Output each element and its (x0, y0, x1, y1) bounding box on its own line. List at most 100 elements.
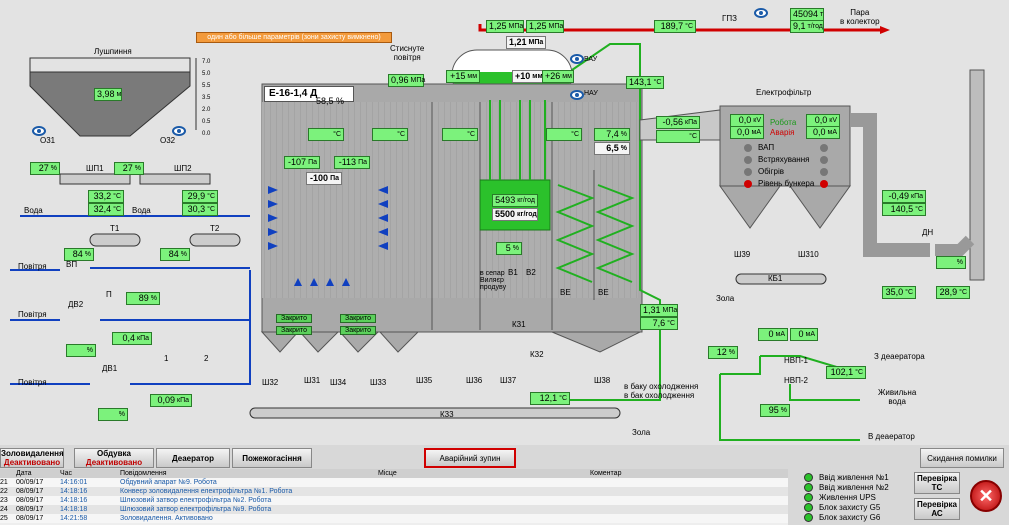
reset-error-button[interactable]: Скидання помилки (920, 448, 1004, 468)
t1-label: Т1 (110, 224, 120, 233)
sh34-label: Ш34 (330, 378, 347, 387)
ef-pressure: -0,56 кПа (656, 116, 700, 129)
temp-76: 7,6 °C (640, 317, 678, 330)
dv2-label: ДВ2 (68, 300, 84, 309)
power-indicator: Блок захисту G5 (804, 502, 908, 512)
log-cell: 14:21:58 (60, 515, 88, 522)
dv2-pct: % (66, 344, 96, 357)
log-cell: 08/09/17 (16, 488, 44, 495)
sensor-eye-icon[interactable] (570, 54, 584, 64)
log-cell: Золовидалення. Активовано (120, 515, 213, 522)
k31-label: К31 (512, 320, 526, 329)
drum-level-right: +26 мм (542, 70, 574, 83)
separator-pct: 5% (496, 242, 522, 255)
ef-avariya: Аварія (770, 128, 795, 137)
temperature-143: 143,1 °C (626, 76, 664, 89)
log-row[interactable]: 22 08/09/17 14:18:16 Конвеєр золовидалення … (0, 487, 788, 496)
to-tank-label: в баку охолодження в бак охолодження (624, 382, 699, 400)
ash-removal-button[interactable]: Золовидалення Деактивовано (0, 448, 64, 468)
log-cell: 22 (0, 488, 8, 495)
log-cell: 08/09/17 (16, 515, 44, 522)
power-indicators: Ввід живлення №1 Ввід живлення №2 Живлення… (804, 472, 908, 522)
log-cell: 25 (0, 515, 8, 522)
log-cell: 14:18:16 (60, 488, 88, 495)
eco-flow-1: 5493 кг/год (492, 194, 538, 207)
log-row[interactable]: 25 08/09/17 14:21:58 Золовидалення. Активов… (0, 514, 788, 523)
steam-pressure-2: 1,25 МПа (526, 20, 564, 33)
gpz-label: ГПЗ (722, 14, 737, 23)
feed-temp: 102,1 °C (826, 366, 866, 379)
check-ac-button[interactable]: Перевірка АС (914, 498, 960, 520)
o2-value: 7,4% (594, 128, 630, 141)
air-pressure: 0,96 МПа (388, 74, 425, 87)
p-label: П (106, 290, 112, 299)
emergency-stop-button[interactable]: Аварійний зупин (424, 448, 516, 468)
ef-status-dots (744, 144, 828, 190)
k-121: 12,1 °C (530, 392, 570, 405)
draft-3: -100 Па (306, 172, 342, 185)
check-tc-button[interactable]: Перевірка ТС (914, 472, 960, 494)
log-cell: 08/09/17 (16, 506, 44, 513)
shp1-temp-b: 32,4 °C (88, 203, 124, 216)
air2-label: Повітря (18, 310, 47, 319)
compressed-air-label: Стиснуте повітря (390, 44, 425, 62)
air1-label: Повітря (18, 262, 47, 271)
ef1-ma: 0,0 мА (730, 126, 764, 139)
sensor-eye-icon[interactable] (754, 8, 768, 18)
blowdown-button[interactable]: Обдувка Деактивовано (74, 448, 154, 468)
power-indicator-label: Ввід живлення №1 (819, 472, 889, 482)
log-cell: 14:18:18 (60, 506, 88, 513)
to-deaerator-label: В деаератор (868, 432, 915, 441)
log-row[interactable]: 23 08/09/17 14:18:16 Шлюзовий затвор електр… (0, 496, 788, 505)
co2-value: 6,5% (594, 142, 630, 155)
dn-temp-289: 28,9 °C (936, 286, 970, 299)
dv1-pct: % (98, 408, 128, 421)
deaerator-button[interactable]: Деаератор (156, 448, 230, 468)
power-indicator-label: Блок захисту G6 (819, 512, 881, 522)
log-cell: Шлюзовий затвор електрофільтра №9. Робот… (120, 506, 272, 513)
eco-flow-2: 5500 кг/год (492, 208, 538, 221)
sh310-label: Ш310 (798, 250, 819, 259)
b2-label: В2 (526, 268, 536, 277)
zola1-label: Зола (716, 294, 735, 303)
grate-closed-2[interactable]: Закрито (276, 326, 312, 335)
furnace-temp-3: °C (442, 128, 478, 141)
nvp2-label: НВП-2 (784, 376, 808, 385)
nvp-ma-2: 0 мА (790, 328, 818, 341)
dn-temperature: 140,5 °C (882, 203, 926, 216)
shp2-pct: 27% (114, 162, 144, 175)
log-cell: Шлюзовий затвор електрофільтра №2. Робот… (120, 497, 272, 504)
draft-1: -107 Па (284, 156, 320, 169)
t2-label: Т2 (210, 224, 220, 233)
fire-extinguish-button[interactable]: Пожежогасіння (232, 448, 312, 468)
sh31-label: Ш31 (304, 376, 321, 385)
grate-closed-1[interactable]: Закрито (276, 314, 312, 323)
log-row[interactable]: 24 08/09/17 14:18:18 Шлюзовий затвор електр… (0, 505, 788, 514)
status-dot-icon (804, 512, 813, 522)
error-close-icon[interactable]: ✕ (970, 480, 1002, 512)
power-indicator: Блок захисту G6 (804, 512, 908, 522)
nvp-pct: 12% (708, 346, 738, 359)
grate-closed-4[interactable]: Закрито (340, 326, 376, 335)
dn-pressure: -0,49 кПа (882, 190, 926, 203)
drum-level-left: +15 мм (446, 70, 480, 83)
log-cell: 23 (0, 497, 8, 504)
grate-closed-3[interactable]: Закрито (340, 314, 376, 323)
dn-temp-35: 35,0 °C (882, 286, 916, 299)
power-indicator: Живлення UPS (804, 492, 908, 502)
furnace-temp-4: °C (546, 128, 582, 141)
power-indicator-label: Блок захисту G5 (819, 502, 881, 512)
sh39-label: Ш39 (734, 250, 751, 259)
boiler-load: 58,5 % (316, 96, 345, 106)
sensor-eye-icon[interactable] (172, 126, 186, 136)
log-cell: 00/09/17 (16, 479, 44, 486)
nvp1-label: НВП-1 (784, 356, 808, 365)
vp-label: ВП (66, 260, 78, 269)
t2-pct: 84% (160, 248, 190, 261)
sensor-eye-icon[interactable] (32, 126, 46, 136)
sensor-eye-icon[interactable] (570, 90, 584, 100)
log-row[interactable]: 21 00/09/17 14:16:01 Обдувний апарат №9. Ро… (0, 478, 788, 487)
status-dot-icon (804, 482, 813, 492)
steam-flow-rate: 9,1 т/год (790, 20, 824, 33)
shp1-pct: 27% (30, 162, 60, 175)
